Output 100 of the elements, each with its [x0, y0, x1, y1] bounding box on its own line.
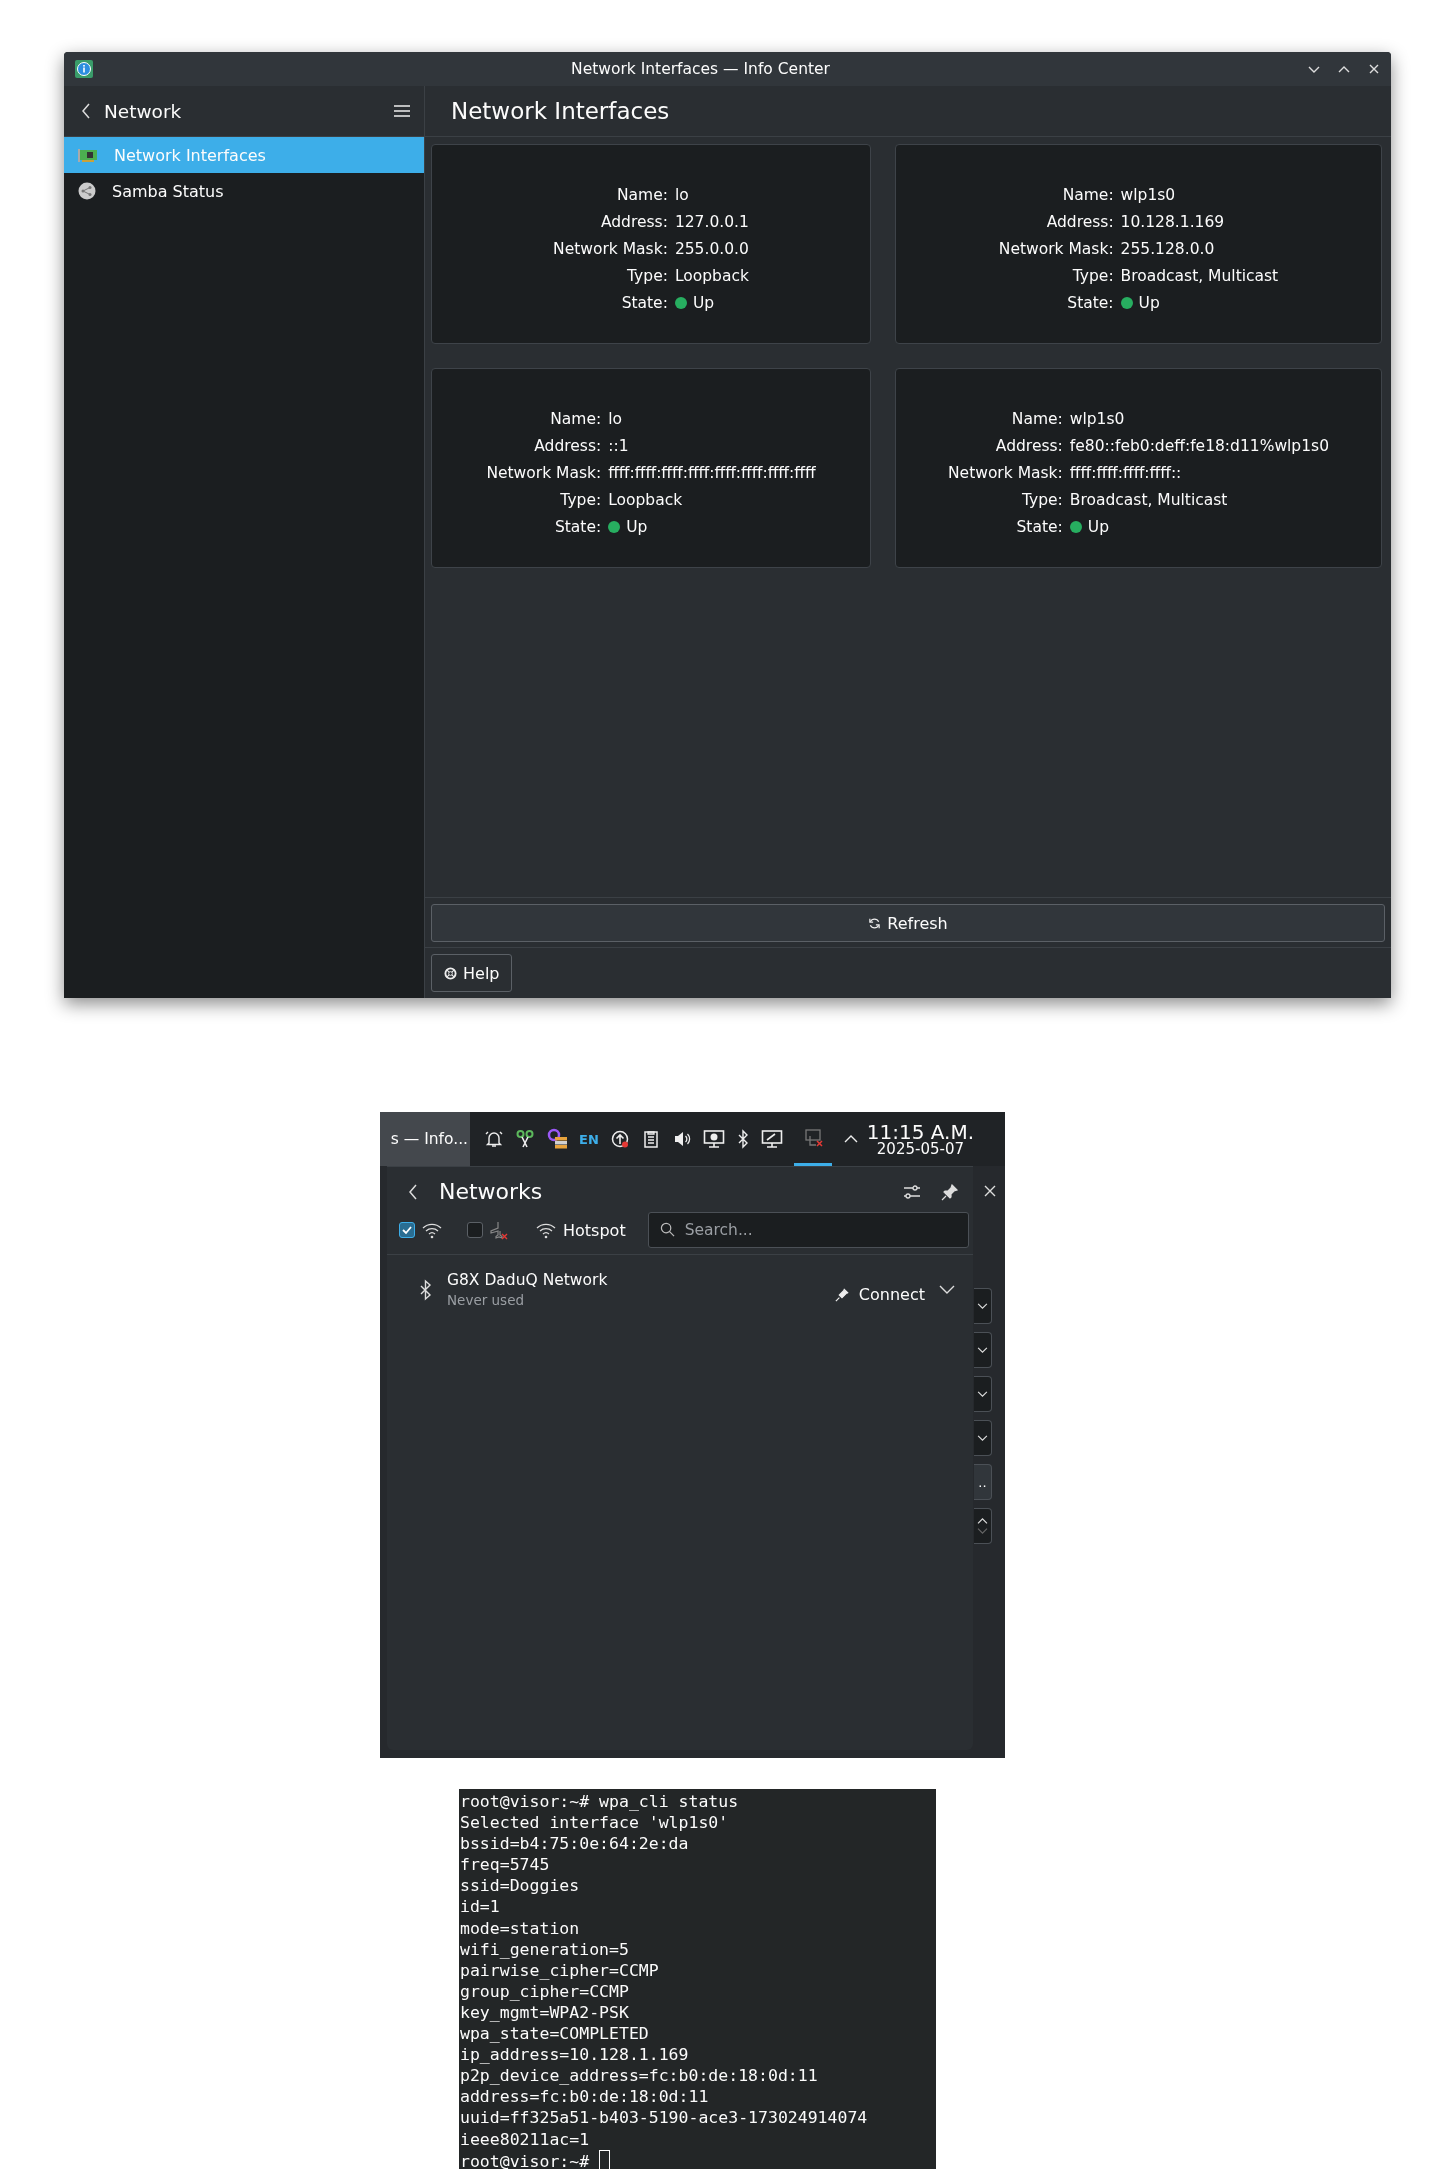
chevron-down-icon[interactable] [939, 1284, 955, 1295]
terminal-line: root@visor:~# [459, 2149, 936, 2169]
dropdown[interactable] [974, 1376, 992, 1412]
window-title: Network Interfaces — Info Center [570, 60, 831, 78]
refresh-button[interactable]: Refresh [431, 904, 1385, 942]
hotspot-button[interactable]: Hotspot [535, 1220, 626, 1240]
field-value: 10.128.1.169 [1120, 213, 1226, 231]
menu-icon[interactable] [394, 104, 410, 118]
field-label: Name: [615, 186, 668, 204]
field-value: ::1 [608, 437, 630, 455]
terminal-line: ssid=Doggies [459, 1875, 581, 1897]
close-icon[interactable] [983, 1184, 997, 1198]
back-icon[interactable] [80, 102, 92, 120]
browse-button[interactable]: .. [974, 1464, 992, 1500]
terminal-line: mode=station [459, 1917, 581, 1939]
info-icon [74, 59, 94, 79]
terminal-line: root@visor:~# wpa_cli status [459, 1791, 740, 1813]
chevron-down-icon [977, 1302, 988, 1310]
field-value: wlp1s0 [1069, 410, 1126, 428]
search-icon [659, 1222, 675, 1237]
bluetooth-icon [419, 1278, 433, 1301]
dropdown[interactable] [974, 1332, 992, 1368]
dropdown[interactable] [974, 1420, 992, 1456]
terminal-line: p2p_device_address=fc:b0:de:18:0d:11 [459, 2065, 819, 2087]
terminal-line: wpa_state=COMPLETED [459, 2023, 650, 2045]
connect-button[interactable]: Connect [834, 1285, 925, 1304]
field-label: Network Mask: [998, 240, 1114, 258]
field-label: Network Mask: [486, 464, 602, 482]
server-icon[interactable] [546, 1128, 568, 1150]
field-value: Loopback [608, 491, 684, 509]
wifi-icon [535, 1221, 557, 1239]
pin-icon[interactable] [941, 1182, 959, 1201]
popup-title: Networks [439, 1179, 544, 1204]
update-icon[interactable] [609, 1129, 630, 1149]
field-label: Address: [1045, 213, 1114, 231]
field-label: Name: [1010, 410, 1063, 428]
field-value: lo [608, 410, 623, 428]
field-label: State: [1015, 518, 1063, 536]
terminal-line: uuid=ff325a51-b403-5190-ace3-173024914074 [459, 2107, 869, 2129]
sidebar-item[interactable]: Samba Status [64, 173, 424, 209]
wifi-checkbox[interactable] [399, 1222, 415, 1238]
close-icon[interactable] [1367, 62, 1381, 76]
field-value: lo [674, 186, 690, 204]
terminal-line: ieee80211ac=1 [459, 2128, 591, 2150]
terminal-line: bssid=b4:75:0e:64:2e:da [459, 1833, 690, 1855]
expand-tray-icon[interactable] [842, 1133, 859, 1145]
chevron-down-icon [977, 1434, 988, 1442]
field-label: Address: [599, 213, 668, 231]
field-value: Up [1087, 518, 1109, 536]
field-value: 255.0.0.0 [674, 240, 749, 258]
field-label: Address: [994, 437, 1063, 455]
airplane-mode-checkbox[interactable] [467, 1222, 483, 1238]
field-label: Name: [1061, 186, 1114, 204]
wifi-icon [421, 1221, 443, 1239]
share-icon [78, 182, 96, 200]
settings-icon[interactable] [903, 1183, 921, 1200]
field-label: Type: [1020, 491, 1063, 509]
field-value: Up [1138, 294, 1160, 312]
clock-date[interactable]: 2025-05-07 [876, 1141, 964, 1157]
connection-status: Never used [447, 1292, 525, 1308]
scissors-icon[interactable] [515, 1129, 535, 1149]
field-label: Address: [533, 437, 602, 455]
dropdown[interactable] [974, 1288, 992, 1324]
field-value: Broadcast, Multicast [1069, 491, 1229, 509]
spinbox[interactable] [974, 1508, 992, 1544]
field-value: Broadcast, Multicast [1120, 267, 1279, 285]
chevron-down-icon [977, 1390, 988, 1398]
chevron-down-icon [977, 1346, 988, 1354]
monitor-icon[interactable] [702, 1129, 725, 1149]
bell-icon[interactable] [484, 1129, 504, 1149]
terminal-line: Selected interface 'wlp1s0' [459, 1812, 730, 1834]
field-label: Type: [626, 267, 668, 285]
search-field[interactable]: Search... [647, 1212, 969, 1248]
field-label: State: [553, 518, 602, 536]
field-label: State: [1066, 294, 1114, 312]
field-value: Up [692, 294, 715, 312]
connection-item[interactable]: G8X DaduQ Network Never used Connect [387, 1255, 973, 1318]
page-title: Network Interfaces [451, 98, 670, 124]
clock-time[interactable]: 11:15 A.M. [866, 1121, 975, 1142]
task-button[interactable]: s — Info... [380, 1112, 470, 1166]
field-label: Network Mask: [553, 240, 668, 258]
terminal-line: freq=5745 [459, 1854, 551, 1876]
keyboard-layout-indicator[interactable]: EN [579, 1131, 599, 1147]
terminal-line: wifi_generation=5 [459, 1938, 630, 1960]
field-value: 127.0.0.1 [674, 213, 749, 231]
connection-name: G8X DaduQ Network [447, 1271, 609, 1289]
terminal-line: id=1 [459, 1896, 501, 1918]
terminal-line: key_mgmt=WPA2-PSK [459, 2001, 630, 2024]
help-button[interactable]: Help [431, 954, 513, 992]
terminal-line: group_cipher=CCMP [459, 1980, 630, 2002]
refresh-icon [868, 916, 882, 930]
plug-icon [834, 1287, 849, 1302]
back-icon[interactable] [407, 1182, 419, 1201]
field-value: wlp1s0 [1120, 186, 1177, 204]
field-label: Name: [549, 410, 602, 428]
field-value: fe80::feb0:deff:fe18:d11%wlp1s0 [1069, 437, 1329, 455]
field-label: Type: [559, 491, 602, 509]
lifebuoy-icon [444, 966, 457, 980]
display-icon[interactable] [760, 1129, 783, 1149]
network-card-icon [78, 147, 98, 163]
